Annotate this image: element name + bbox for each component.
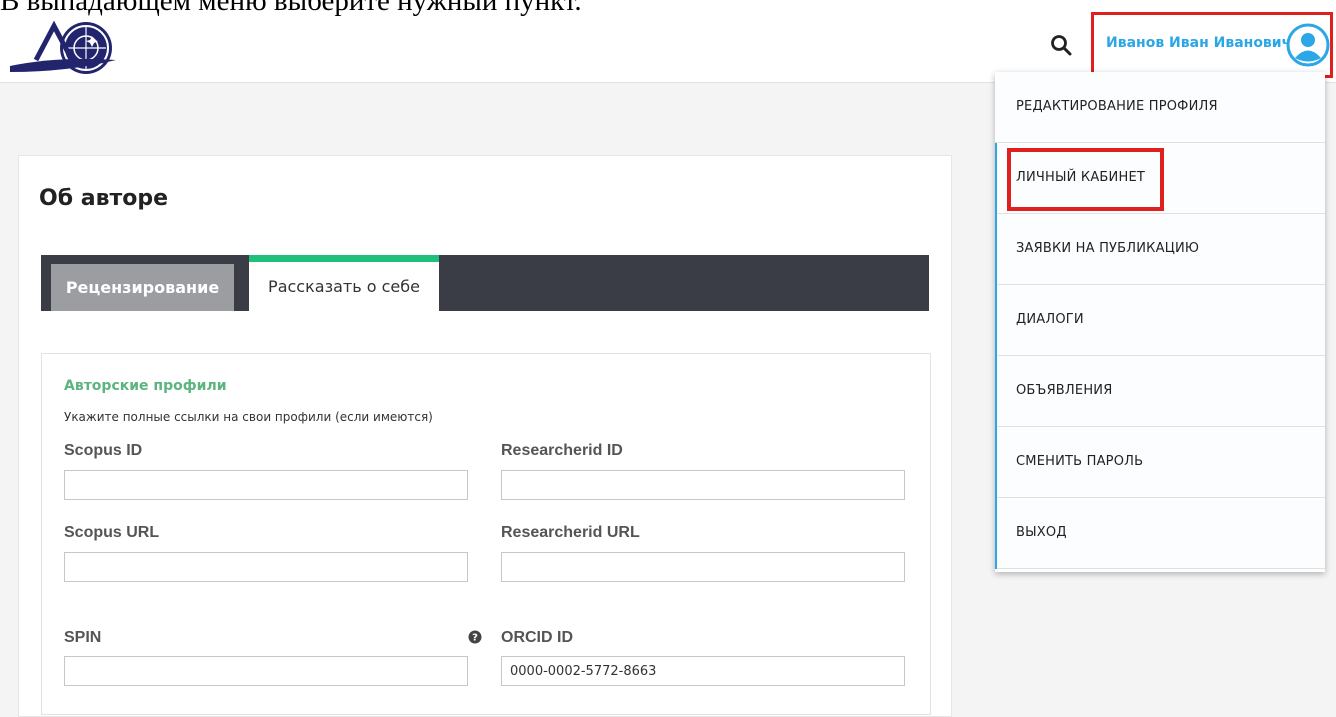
researcherid-url-label: Researcherid URL bbox=[501, 524, 640, 541]
researcherid-id-label: Researcherid ID bbox=[501, 442, 623, 459]
menu-item-label: ВЫХОД bbox=[1016, 525, 1067, 540]
section-title: Авторские профили bbox=[64, 378, 227, 394]
author-profiles-form: Авторские профили Укажите полные ссылки … bbox=[41, 353, 931, 715]
user-avatar-icon bbox=[1286, 23, 1330, 67]
menu-item-stripe bbox=[995, 356, 997, 427]
tab-about-yourself[interactable]: Рассказать о себе bbox=[249, 255, 439, 311]
scopus-id-input[interactable] bbox=[64, 470, 468, 500]
about-author-card: Об авторе Рецензирование Рассказать о се… bbox=[18, 155, 952, 717]
scopus-url-label: Scopus URL bbox=[64, 524, 160, 541]
search-icon[interactable] bbox=[1050, 34, 1072, 56]
user-dropdown-menu: РЕДАКТИРОВАНИЕ ПРОФИЛЯ ЛИЧНЫЙ КАБИНЕТ ЗА… bbox=[995, 72, 1325, 572]
spin-label: SPIN bbox=[64, 629, 102, 646]
svg-text:?: ? bbox=[472, 633, 478, 644]
orcid-id-input[interactable] bbox=[501, 656, 905, 686]
menu-item-label: РЕДАКТИРОВАНИЕ ПРОФИЛЯ bbox=[1016, 99, 1218, 114]
scopus-url-input[interactable] bbox=[64, 552, 468, 582]
menu-item-label: ЛИЧНЫЙ КАБИНЕТ bbox=[1016, 170, 1146, 185]
menu-item-personal-account[interactable]: ЛИЧНЫЙ КАБИНЕТ bbox=[995, 143, 1325, 214]
menu-item-stripe bbox=[995, 498, 997, 569]
menu-item-label: СМЕНИТЬ ПАРОЛЬ bbox=[1016, 454, 1144, 469]
instruction-caption: В выпадающем меню выберите нужный пункт. bbox=[0, 0, 582, 16]
menu-item-announcements[interactable]: ОБЪЯВЛЕНИЯ bbox=[995, 356, 1325, 427]
researcherid-url-input[interactable] bbox=[501, 552, 905, 582]
menu-item-stripe bbox=[995, 143, 997, 214]
menu-item-dialogs[interactable]: ДИАЛОГИ bbox=[995, 285, 1325, 356]
user-name: Иванов Иван Иванович bbox=[1106, 35, 1292, 51]
menu-item-stripe bbox=[995, 214, 997, 285]
menu-item-logout[interactable]: ВЫХОД bbox=[995, 498, 1325, 569]
menu-item-change-password[interactable]: СМЕНИТЬ ПАРОЛЬ bbox=[995, 427, 1325, 498]
question-circle-icon[interactable]: ? bbox=[468, 630, 482, 644]
menu-item-stripe bbox=[995, 285, 997, 356]
menu-item-label: ОБЪЯВЛЕНИЯ bbox=[1016, 383, 1113, 398]
tabs-bar: Рецензирование Рассказать о себе bbox=[41, 255, 929, 311]
menu-item-publication-requests[interactable]: ЗАЯВКИ НА ПУБЛИКАЦИЮ bbox=[995, 214, 1325, 285]
menu-item-stripe bbox=[995, 427, 997, 498]
menu-item-label: ДИАЛОГИ bbox=[1016, 312, 1084, 327]
orcid-id-label: ORCID ID bbox=[501, 629, 573, 646]
tab-review[interactable]: Рецензирование bbox=[51, 264, 234, 311]
user-menu-toggle[interactable]: Иванов Иван Иванович bbox=[1091, 12, 1333, 78]
section-hint: Укажите полные ссылки на свои профили (е… bbox=[64, 410, 433, 424]
scopus-id-label: Scopus ID bbox=[64, 442, 143, 459]
spin-input[interactable] bbox=[64, 656, 468, 686]
site-logo-icon[interactable] bbox=[8, 20, 118, 80]
page-title: Об авторе bbox=[39, 186, 169, 211]
researcherid-id-input[interactable] bbox=[501, 470, 905, 500]
menu-item-label: ЗАЯВКИ НА ПУБЛИКАЦИЮ bbox=[1016, 241, 1200, 256]
menu-item-edit-profile[interactable]: РЕДАКТИРОВАНИЕ ПРОФИЛЯ bbox=[995, 72, 1325, 143]
